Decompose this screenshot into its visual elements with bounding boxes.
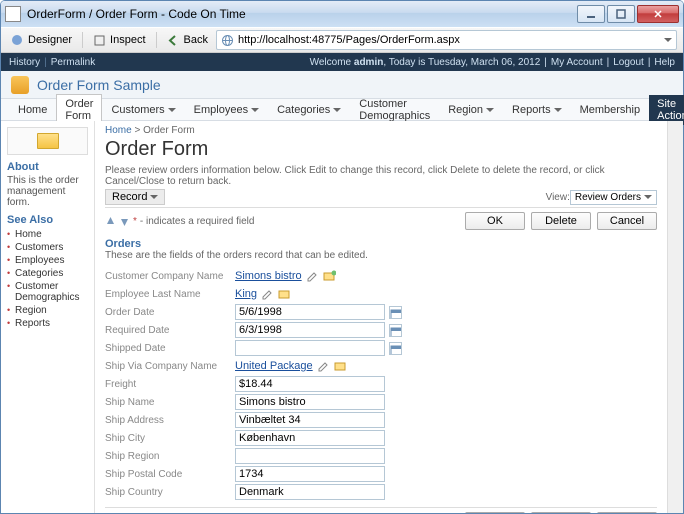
close-button[interactable]	[637, 5, 679, 23]
ok-button-bottom[interactable]: OK	[465, 512, 525, 513]
minimize-button[interactable]	[577, 5, 605, 23]
sidebar-item[interactable]: Region	[7, 304, 88, 317]
sidebar: About This is the order management form.…	[1, 121, 95, 513]
arrow-up-icon[interactable]	[105, 216, 116, 227]
delete-button-bottom[interactable]: Delete	[531, 512, 591, 513]
welcome-text: Welcome admin, Today is Tuesday, March 0…	[310, 57, 541, 68]
sidebar-item[interactable]: Customers	[7, 241, 88, 254]
tab-employees[interactable]: Employees	[185, 100, 268, 120]
about-text: This is the order management form.	[7, 175, 88, 208]
shipped-date-input[interactable]	[235, 340, 385, 356]
freight-input[interactable]	[235, 376, 385, 392]
ship-region-input[interactable]	[235, 448, 385, 464]
tab-customers[interactable]: Customers	[102, 100, 184, 120]
inspect-button[interactable]: Inspect	[89, 32, 149, 49]
arrow-down-icon[interactable]	[119, 216, 130, 227]
ship-country-input[interactable]	[235, 484, 385, 500]
edit-icon[interactable]	[317, 360, 330, 373]
breadcrumb-home[interactable]: Home	[105, 125, 132, 136]
history-link[interactable]: History	[9, 57, 40, 68]
see-also-heading: See Also	[7, 214, 88, 226]
instructions: Please review orders information below. …	[105, 165, 657, 187]
my-account-link[interactable]: My Account	[551, 57, 603, 68]
sidebar-card	[7, 127, 88, 155]
ship-name-input[interactable]	[235, 394, 385, 410]
permalink-link[interactable]: Permalink	[51, 57, 95, 68]
window-title: OrderForm / Order Form - Code On Time	[27, 7, 577, 21]
sidebar-item[interactable]: Reports	[7, 317, 88, 330]
order-date-input[interactable]	[235, 304, 385, 320]
sidebar-item[interactable]: Home	[7, 228, 88, 241]
new-icon[interactable]	[334, 360, 347, 373]
ship-address-input[interactable]	[235, 412, 385, 428]
required-date-input[interactable]	[235, 322, 385, 338]
calendar-icon[interactable]	[389, 306, 402, 319]
edit-icon[interactable]	[261, 288, 274, 301]
address-input[interactable]	[238, 34, 660, 46]
sidebar-item[interactable]: Customer Demographics	[7, 280, 88, 304]
globe-icon	[221, 34, 234, 47]
back-button[interactable]: Back	[163, 32, 212, 49]
browser-toolbar: Designer Inspect Back	[1, 27, 683, 53]
addr-caret-icon[interactable]	[664, 38, 672, 42]
top-bar: History | Permalink Welcome admin, Today…	[1, 53, 683, 71]
shipvia-link[interactable]: United Package	[235, 360, 313, 372]
maximize-button[interactable]	[607, 5, 635, 23]
tab-region[interactable]: Region	[439, 100, 503, 120]
sidebar-item[interactable]: Categories	[7, 267, 88, 280]
tab-reports[interactable]: Reports	[503, 100, 571, 120]
section-title: Orders	[105, 238, 657, 250]
ok-button[interactable]: OK	[465, 212, 525, 230]
logout-link[interactable]: Logout	[613, 57, 644, 68]
breadcrumb: Home > Order Form	[105, 125, 657, 136]
about-heading: About	[7, 161, 88, 173]
cancel-button[interactable]: Cancel	[597, 212, 657, 230]
ship-city-input[interactable]	[235, 430, 385, 446]
help-link[interactable]: Help	[654, 57, 675, 68]
edit-icon[interactable]	[306, 270, 319, 283]
brand-icon	[11, 76, 29, 94]
designer-button[interactable]: Designer	[7, 32, 76, 49]
delete-button[interactable]: Delete	[531, 212, 591, 230]
brand-bar: Order Form Sample	[1, 71, 683, 99]
new-icon[interactable]	[323, 270, 336, 283]
employee-link[interactable]: King	[235, 288, 257, 300]
cancel-button-bottom[interactable]: Cancel	[597, 512, 657, 513]
new-icon[interactable]	[278, 288, 291, 301]
titlebar: OrderForm / Order Form - Code On Time	[1, 1, 683, 27]
scrollbar[interactable]	[667, 121, 683, 513]
record-menu[interactable]: Record	[105, 189, 165, 205]
view-label: View:	[546, 192, 570, 203]
tab-categories[interactable]: Categories	[268, 100, 350, 120]
sidebar-item[interactable]: Employees	[7, 254, 88, 267]
app-icon	[5, 6, 21, 22]
content-area: Home > Order Form Order Form Please revi…	[95, 121, 667, 513]
page-title: Order Form	[105, 138, 657, 161]
calendar-icon[interactable]	[389, 342, 402, 355]
folder-icon	[37, 133, 59, 149]
tab-home[interactable]: Home	[9, 100, 56, 120]
tab-membership[interactable]: Membership	[571, 100, 650, 120]
brand-title: Order Form Sample	[37, 77, 161, 93]
site-actions-button[interactable]: Site Actions	[649, 95, 684, 125]
ship-postal-input[interactable]	[235, 466, 385, 482]
customer-link[interactable]: Simons bistro	[235, 270, 302, 282]
app-nav: Home Order Form Customers Employees Cate…	[1, 99, 683, 121]
calendar-icon[interactable]	[389, 324, 402, 337]
section-desc: These are the fields of the orders recor…	[105, 250, 657, 261]
view-selector[interactable]: Review Orders	[570, 190, 657, 205]
